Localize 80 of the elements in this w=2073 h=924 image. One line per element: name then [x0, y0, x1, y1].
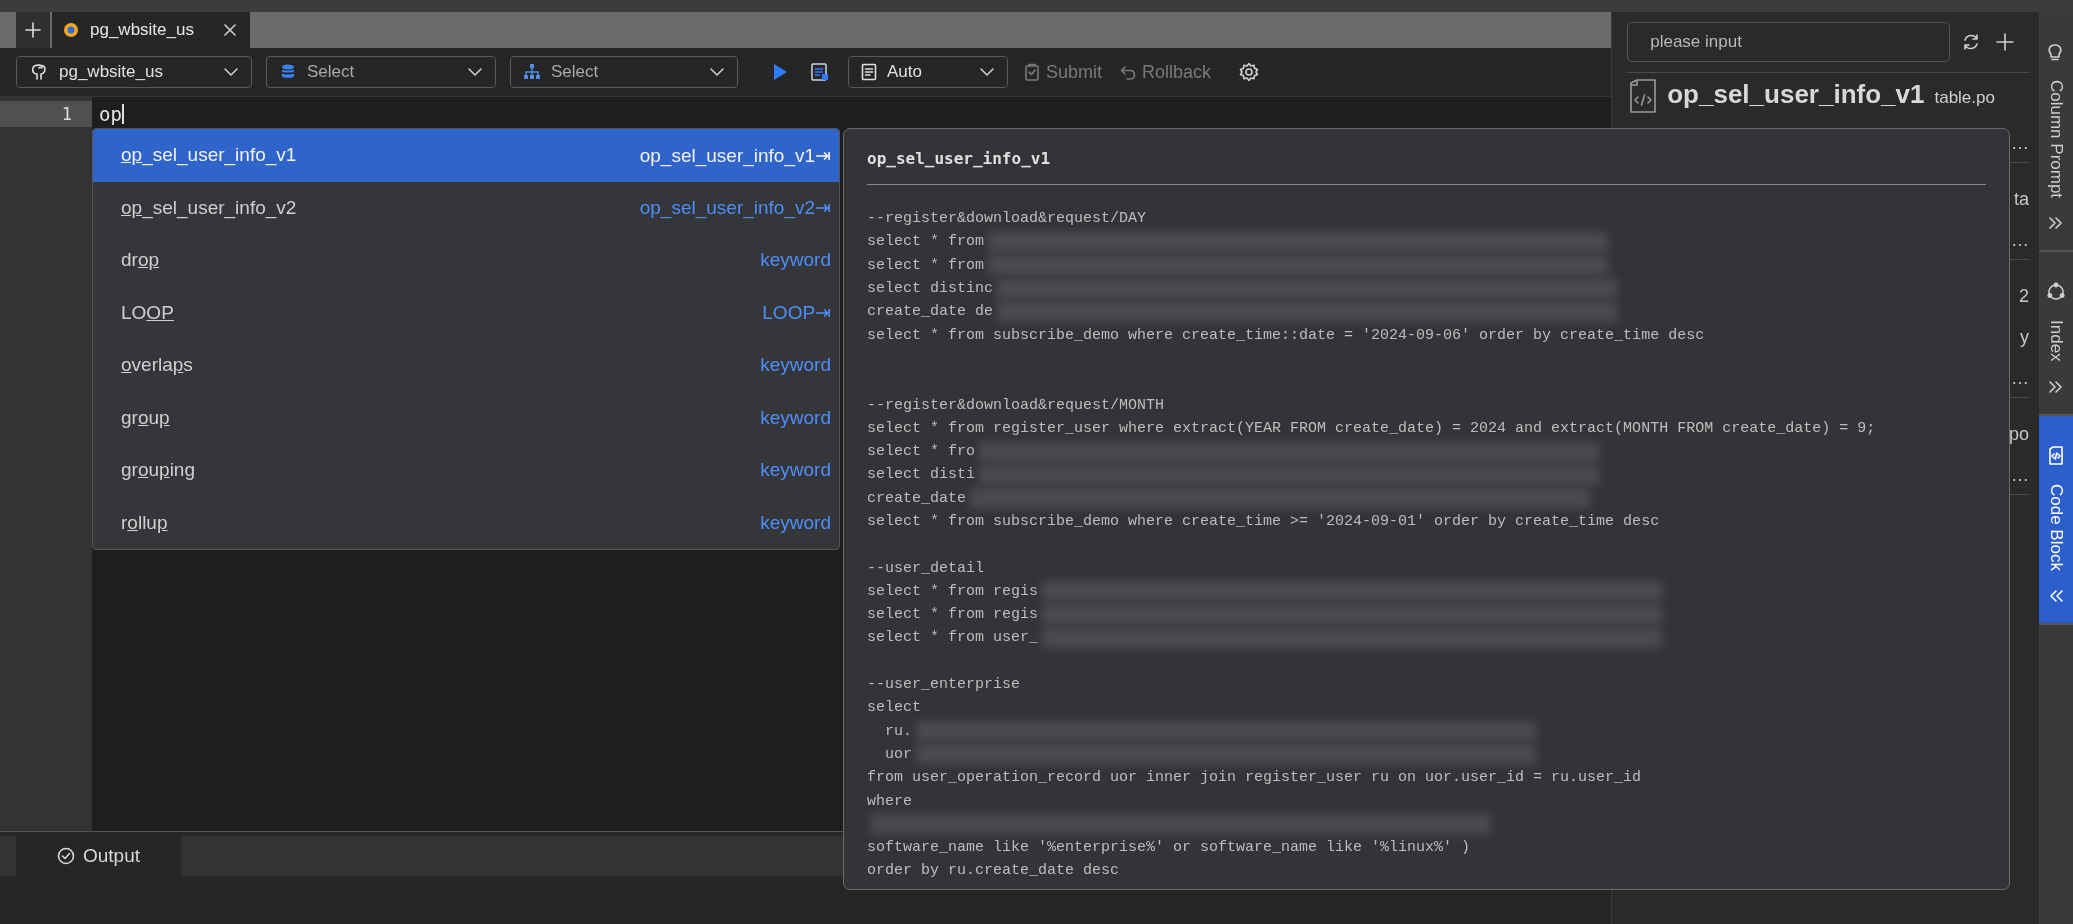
hierarchy-icon [523, 63, 541, 81]
code-line: --register&download&request/DAY [867, 210, 1147, 228]
suggestion-item[interactable]: overlaps keyword [93, 339, 839, 392]
code-line: create_date [867, 489, 967, 507]
snippet-text: … [2011, 368, 2029, 389]
code-file-icon [1629, 79, 1658, 113]
suggestion-item[interactable]: op_sel_user_info_v1 op_sel_user_info_v1⇥ [93, 129, 839, 182]
caret-icon [467, 67, 483, 77]
plus-icon [25, 22, 41, 38]
code-line: where [867, 792, 912, 810]
snippet-text: y [2020, 327, 2029, 348]
snippet-text: 2 [2019, 286, 2029, 307]
expand-icon [2048, 216, 2064, 231]
snippet-title: op_sel_user_info_v1 [1667, 79, 1925, 110]
add-tab-button[interactable] [16, 12, 50, 48]
play-icon [772, 63, 788, 81]
code-line: order by ru.create_date desc [867, 862, 1120, 880]
code-line: from user_operation_record uor inner join register_user ru on uor.user_id = ru.user_id [867, 769, 1642, 787]
search-field[interactable]: please input [1627, 22, 1951, 62]
check-circle-icon [56, 847, 75, 865]
preview-title: op_sel_user_info_v1 [867, 149, 1986, 185]
code-line: select * from regis [867, 606, 1039, 624]
code-line: select * from subscribe_demo where create_time >= '2024-09-01' order by create_time desc [867, 513, 1660, 530]
mode-select[interactable]: Auto [848, 56, 1008, 88]
code-line: create_date de [867, 303, 994, 321]
code-line: select disti [867, 466, 976, 484]
code-line: --user_enterprise [867, 676, 1021, 694]
output-tab[interactable]: Output [16, 836, 181, 876]
code-line: uor [884, 745, 912, 763]
text-cursor [121, 104, 124, 124]
refresh-icon [1962, 33, 1981, 51]
caret-icon [709, 67, 725, 77]
plus-icon [1996, 33, 2015, 51]
snippet-text: … [2011, 230, 2029, 251]
close-icon [223, 24, 236, 36]
snippet-text: po [2009, 424, 2029, 445]
snippet-text: … [2011, 465, 2029, 486]
code-line: select [867, 699, 921, 717]
suggestion-item[interactable]: drop keyword [93, 234, 839, 287]
code-line: --register&download&request/MONTH [867, 396, 1165, 414]
side-tab[interactable]: Column Prompt [2039, 12, 2073, 253]
code-file-icon [2046, 445, 2066, 466]
clipboard-icon [1024, 63, 1040, 81]
code-line: software_name like '%enterprise%' or software_name like '%linux%' ) [867, 839, 1471, 857]
suggestion-item[interactable]: grouping keyword [93, 444, 839, 497]
editor-tab[interactable]: pg_wbsite_us [52, 12, 250, 48]
caret-icon [979, 67, 995, 77]
code-line: select * from [867, 233, 985, 251]
settings-icon [1239, 62, 1260, 82]
datasource-select[interactable]: pg_wbsite_us [16, 56, 252, 88]
database-logo-icon [62, 21, 80, 39]
schema-select[interactable]: Select [510, 56, 738, 88]
database-select[interactable]: Select [266, 56, 496, 88]
side-tab[interactable]: Code Block [2039, 415, 2073, 625]
code-line: select * fro [867, 443, 976, 461]
suggestion-item[interactable]: group keyword [93, 391, 839, 444]
code-line: --user_detail [867, 559, 985, 577]
snippet-text: … [2011, 133, 2029, 154]
undo-icon [1120, 64, 1137, 80]
code-text: op [99, 103, 122, 125]
code-line: select * from subscribe_demo where create_time::date = '2024-09-06' order by create_time desc [867, 326, 1705, 344]
suggestion-item[interactable]: rollup keyword [93, 496, 839, 549]
document-icon [810, 62, 830, 82]
expand-icon [2048, 379, 2064, 394]
snippet-type: table.po [1934, 88, 1995, 108]
caret-icon [223, 67, 239, 77]
code-line: select * from [867, 256, 985, 274]
code-line: select * from user_ [867, 629, 1039, 647]
suggestion-item[interactable]: LOOP LOOP⇥ [93, 286, 839, 339]
database-icon [279, 63, 297, 81]
line-number: 1 [61, 104, 72, 124]
code-line: ru. [884, 722, 912, 740]
page-icon [861, 63, 877, 81]
code-line: select distinc [867, 280, 994, 298]
nodes-icon [2046, 282, 2066, 303]
code-line: select * from regis [867, 582, 1039, 600]
suggestion-item[interactable]: op_sel_user_info_v2 op_sel_user_info_v2⇥ [93, 181, 839, 234]
collapse-icon [2048, 588, 2064, 603]
code-line: select * from register_user where extract(YEAR FROM create_date) = 2024 and extract(MONTH FROM create_date) = 9; [867, 419, 1876, 437]
snippet-text: ta [2014, 189, 2029, 210]
